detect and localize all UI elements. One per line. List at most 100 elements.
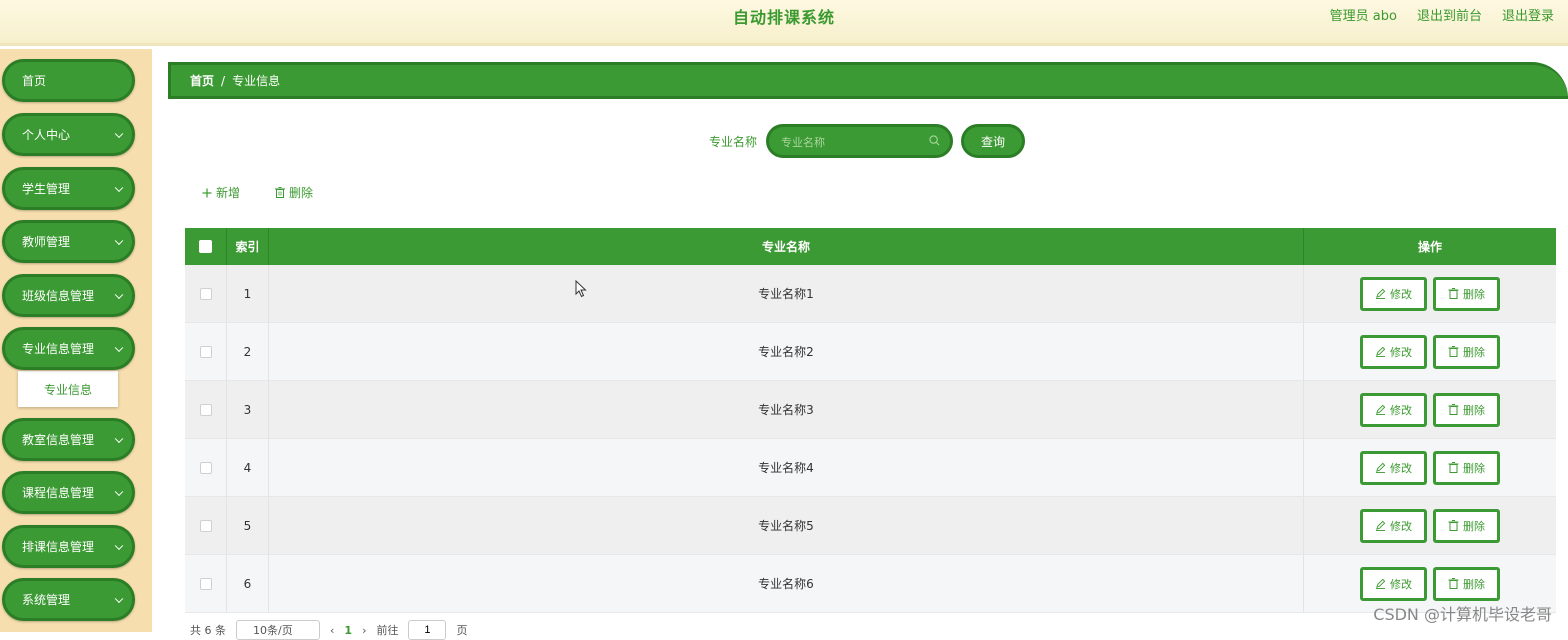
trash-icon: [1448, 520, 1459, 531]
delete-label: 删除: [1463, 577, 1485, 591]
add-button-label: 新增: [216, 186, 241, 200]
table-row: 4 专业名称4 修改 删除: [185, 439, 1556, 497]
sidebar-item-3[interactable]: 教师管理: [2, 220, 135, 263]
row-major-name: 专业名称3: [269, 381, 1304, 438]
major-table: 索引 专业名称 操作 1 专业名称1 修改 删除 2 专业名称2 修改 删除 3 专业名称3 修改删…: [185, 228, 1556, 613]
edit-button[interactable]: 修改: [1360, 334, 1427, 369]
row-checkbox[interactable]: [199, 461, 212, 474]
breadcrumb: 首页 / 专业信息: [168, 62, 1568, 99]
row-actions: 修改 删除: [1304, 439, 1556, 496]
delete-label: 删除: [1463, 287, 1485, 301]
delete-button[interactable]: 删除: [1433, 566, 1500, 601]
row-index: 5: [227, 497, 269, 554]
delete-button[interactable]: 删除: [1433, 392, 1500, 427]
delete-button[interactable]: 删除: [1433, 276, 1500, 311]
admin-user-link[interactable]: 管理员 abo: [1330, 5, 1397, 24]
page-number[interactable]: 1: [344, 624, 352, 637]
query-button[interactable]: 查询: [961, 124, 1025, 158]
submenu-item-major-info[interactable]: 专业信息: [18, 371, 118, 407]
row-checkbox-cell: [185, 555, 227, 612]
chevron-down-icon: [114, 343, 124, 352]
batch-delete-label: 删除: [289, 186, 314, 200]
sidebar-item-6[interactable]: 教室信息管理: [2, 418, 135, 461]
next-page-icon[interactable]: ›: [362, 624, 366, 637]
edit-button[interactable]: 修改: [1360, 276, 1427, 311]
edit-button[interactable]: 修改: [1360, 450, 1427, 485]
delete-label: 删除: [1463, 461, 1485, 475]
row-checkbox-cell: [185, 265, 227, 322]
add-button[interactable]: 新增: [202, 184, 240, 201]
row-checkbox[interactable]: [199, 577, 212, 590]
header-checkbox-cell: [185, 228, 227, 265]
edit-icon: [1375, 520, 1386, 531]
search-icon: [929, 135, 940, 146]
sidebar-item-label: 学生管理: [22, 182, 71, 196]
chevron-down-icon: [114, 183, 124, 192]
search-input[interactable]: [781, 132, 921, 152]
edit-button[interactable]: 修改: [1360, 566, 1427, 601]
row-actions: 修改 删除: [1304, 497, 1556, 554]
row-checkbox[interactable]: [199, 403, 212, 416]
table-row: 1 专业名称1 修改 删除: [185, 265, 1556, 323]
header-actions: 操作: [1417, 240, 1442, 254]
delete-button[interactable]: 删除: [1433, 508, 1500, 543]
sidebar-item-5[interactable]: 专业信息管理: [2, 327, 135, 370]
exit-to-frontend-link[interactable]: 退出到前台: [1417, 5, 1482, 24]
goto-label: 前往: [376, 624, 399, 637]
sidebar-item-8[interactable]: 排课信息管理: [2, 525, 135, 568]
row-index: 3: [227, 381, 269, 438]
sidebar-item-label: 课程信息管理: [22, 486, 95, 500]
sidebar-item-label: 首页: [22, 74, 47, 88]
trash-icon: [275, 187, 285, 198]
row-major-name: 专业名称2: [269, 323, 1304, 380]
sidebar-item-4[interactable]: 班级信息管理: [2, 274, 135, 317]
breadcrumb-current: 专业信息: [232, 74, 281, 88]
edit-label: 修改: [1390, 577, 1412, 591]
watermark: CSDN @计算机毕设老哥: [1373, 605, 1552, 624]
search-field[interactable]: [766, 124, 953, 158]
sidebar-item-label: 个人中心: [22, 128, 71, 142]
row-major-name: 专业名称4: [269, 439, 1304, 496]
edit-button[interactable]: 修改: [1360, 508, 1427, 543]
sidebar-item-1[interactable]: 个人中心: [2, 113, 135, 156]
chevron-down-icon: [114, 434, 124, 443]
sidebar-item-label: 系统管理: [22, 593, 71, 607]
row-checkbox[interactable]: [199, 287, 212, 300]
table-row: 2 专业名称2 修改 删除: [185, 323, 1556, 381]
delete-button[interactable]: 删除: [1433, 334, 1500, 369]
batch-delete-button[interactable]: 删除: [275, 184, 313, 201]
row-major-name: 专业名称6: [269, 555, 1304, 612]
delete-button[interactable]: 删除: [1433, 450, 1500, 485]
select-all-checkbox[interactable]: [199, 240, 212, 253]
trash-icon: [1448, 462, 1459, 473]
pagination-total: 共 6 条: [190, 624, 226, 637]
page-unit-label: 页: [456, 624, 468, 637]
plus-icon: [202, 188, 212, 197]
header-links: 管理员 abo 退出到前台 退出登录: [1330, 5, 1554, 24]
edit-icon: [1375, 288, 1386, 299]
table-row: 3 专业名称3 修改 删除: [185, 381, 1556, 439]
row-major-name: 专业名称1: [269, 265, 1304, 322]
logout-link[interactable]: 退出登录: [1502, 5, 1554, 24]
page-size-select[interactable]: 10条/页: [236, 620, 320, 640]
breadcrumb-home[interactable]: 首页: [190, 72, 214, 89]
prev-page-icon[interactable]: ‹: [330, 624, 334, 637]
sidebar-item-7[interactable]: 课程信息管理: [2, 471, 135, 514]
goto-page-input[interactable]: [408, 620, 447, 640]
sidebar-item-9[interactable]: 系统管理: [2, 578, 135, 621]
delete-label: 删除: [1463, 345, 1485, 359]
trash-icon: [1448, 288, 1459, 299]
mouse-cursor-icon: [575, 280, 587, 298]
edit-label: 修改: [1390, 287, 1412, 301]
edit-icon: [1375, 462, 1386, 473]
row-checkbox[interactable]: [199, 519, 212, 532]
sidebar-item-0[interactable]: 首页: [2, 59, 135, 102]
header-index: 索引: [227, 228, 269, 265]
row-checkbox[interactable]: [199, 345, 212, 358]
sidebar-item-2[interactable]: 学生管理: [2, 167, 135, 210]
sidebar-item-label: 教室信息管理: [22, 433, 95, 447]
sidebar: 专业信息 首页个人中心学生管理教师管理班级信息管理 专业信息管理教室信息管理 课程信…: [0, 49, 152, 632]
edit-button[interactable]: 修改: [1360, 392, 1427, 427]
trash-icon: [1448, 346, 1459, 357]
chevron-down-icon: [114, 290, 124, 299]
